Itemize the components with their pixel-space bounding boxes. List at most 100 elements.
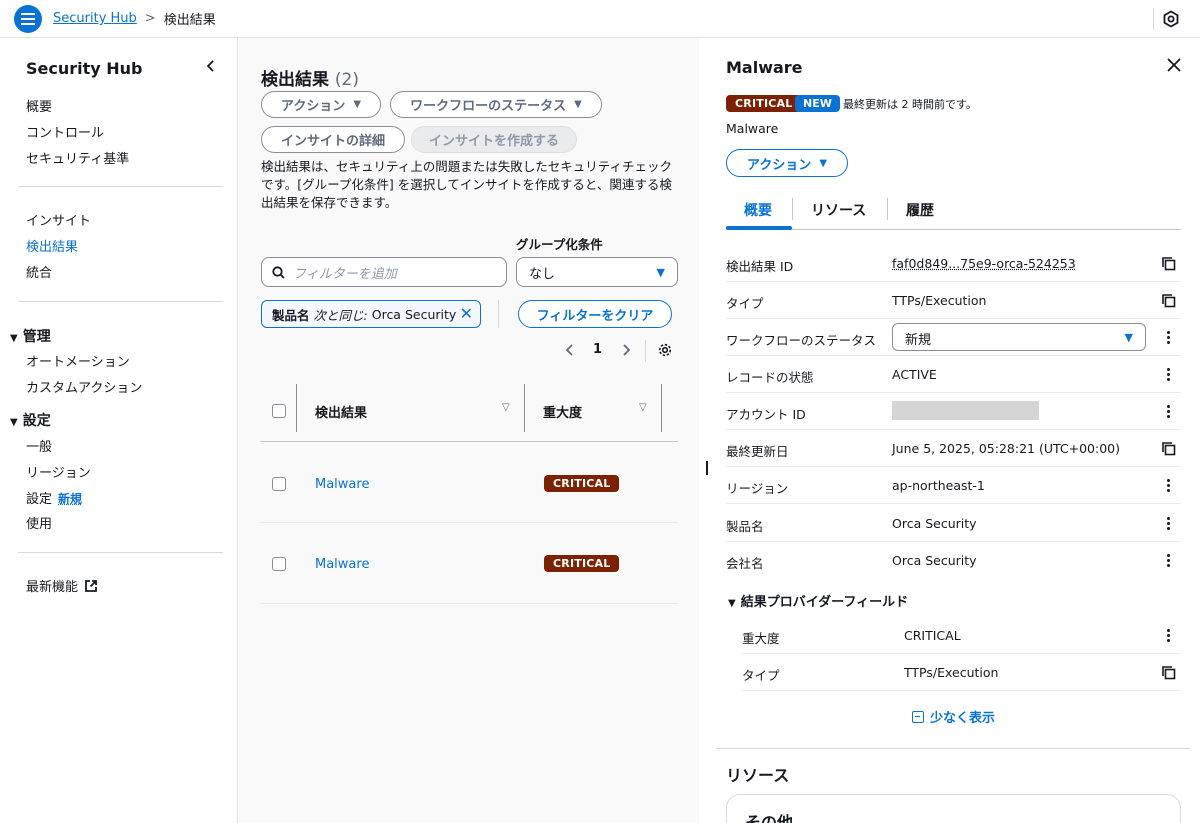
top-bar: Security Hub > 検出結果 [0, 0, 1200, 38]
provider-field-severity: 重大度 CRITICAL [742, 617, 1181, 654]
finding-detail-panel: Malware CRITICAL NEW 最終更新は 2 時間前です。 Malw… [700, 38, 1200, 823]
copy-icon[interactable] [1160, 292, 1176, 308]
sidebar-group-manage[interactable]: ▼ 管理 [10, 326, 51, 346]
copy-icon[interactable] [1160, 664, 1176, 680]
table-row[interactable]: Malware CRITICAL [260, 523, 678, 604]
field-company-name: 会社名 Orca Security [726, 542, 1181, 579]
updated-text: 最終更新は 2 時間前です。 [843, 98, 977, 111]
create-insight-button[interactable]: インサイトを作成する [411, 126, 577, 153]
actions-button[interactable]: アクション ▼ [261, 91, 381, 118]
field-region: リージョン ap-northeast-1 [726, 467, 1181, 504]
select-all-checkbox[interactable] [272, 404, 286, 418]
caret-down-icon: ▼ [656, 266, 665, 279]
sidebar-divider [18, 552, 223, 553]
workflow-status-select[interactable]: 新規 ▼ [892, 323, 1146, 351]
sidebar-title: Security Hub [26, 59, 143, 78]
close-icon[interactable] [1167, 58, 1181, 72]
breadcrumb-root[interactable]: Security Hub [53, 11, 137, 26]
finding-id-value[interactable]: faf0d849...75e9-orca-524253 [892, 256, 1076, 271]
tab-overview[interactable]: 概要 [744, 200, 772, 220]
resources-section-title: リソース [726, 766, 790, 785]
filter-search-input[interactable]: フィルターを追加 [261, 257, 507, 287]
sidebar-item-overview[interactable]: 概要 [26, 96, 52, 115]
field-account-id: アカウント ID [726, 393, 1181, 430]
detail-actions-button[interactable]: アクション ▼ [726, 149, 848, 177]
field-updated-at: 最終更新日 June 5, 2025, 05:28:21 (UTC+00:00) [726, 430, 1181, 467]
field-finding-id: 検出結果 ID faf0d849...75e9-orca-524253 [726, 245, 1181, 282]
sidebar-item-findings[interactable]: 検出結果 [26, 236, 78, 255]
sidebar-item-whats-new[interactable]: 最新機能 [26, 576, 98, 595]
row-checkbox[interactable] [272, 557, 286, 571]
findings-panel: 検出結果 (2) アクション ▼ ワークフローのステータス ▼ インサイトの詳細 イ… [239, 38, 699, 823]
findings-count: (2) [334, 70, 360, 90]
new-label[interactable]: 新規 [58, 492, 82, 506]
finding-link[interactable]: Malware [315, 477, 369, 492]
sidebar-item-regions[interactable]: リージョン [26, 462, 91, 481]
search-icon [272, 265, 285, 279]
workflow-status-button[interactable]: ワークフローのステータス ▼ [390, 91, 602, 118]
page-title: 検出結果 (2) [261, 70, 360, 90]
more-options-icon[interactable] [1160, 552, 1176, 568]
more-options-icon[interactable] [1160, 366, 1176, 382]
field-workflow-status: ワークフローのステータス 新規 ▼ [726, 319, 1181, 356]
row-checkbox[interactable] [272, 477, 286, 491]
clear-filters-button[interactable]: フィルターをクリア [518, 300, 672, 328]
section-divider [716, 748, 1190, 749]
menu-button[interactable] [14, 4, 42, 33]
sidebar-item-controls[interactable]: コントロール [26, 122, 104, 141]
sidebar-group-settings[interactable]: ▼ 設定 [10, 410, 51, 430]
column-header-finding[interactable]: 検出結果 [315, 402, 367, 421]
preferences-icon[interactable] [1162, 10, 1180, 28]
copy-icon[interactable] [1160, 255, 1176, 271]
pager-divider [645, 340, 646, 362]
sort-icon[interactable]: ▽ [639, 402, 647, 413]
severity-badge: CRITICAL [726, 95, 802, 112]
filter-token[interactable]: 製品名 次と同じ: Orca Security ✕ [261, 300, 481, 328]
page-number[interactable]: 1 [593, 342, 602, 357]
group-by-select[interactable]: なし ▼ [516, 257, 678, 287]
severity-badge: CRITICAL [544, 475, 620, 492]
sort-icon[interactable]: ▽ [502, 402, 510, 413]
more-options-icon[interactable] [1160, 515, 1176, 531]
tab-divider [792, 198, 793, 220]
sidebar-item-automations[interactable]: オートメーション [26, 351, 130, 370]
close-icon[interactable]: ✕ [460, 304, 473, 323]
external-link-icon [85, 579, 97, 592]
column-divider [296, 384, 297, 432]
copy-icon[interactable] [1160, 440, 1176, 456]
sidebar: Security Hub 概要 コントロール セキュリティ基準 インサイト 検出… [0, 38, 238, 823]
sidebar-item-insights[interactable]: インサイト [26, 210, 91, 229]
table-row[interactable]: Malware CRITICAL [260, 442, 678, 523]
search-placeholder: フィルターを追加 [293, 266, 397, 282]
detail-subtitle: Malware [726, 121, 779, 136]
tab-resources[interactable]: リソース [811, 200, 866, 220]
more-options-icon[interactable] [1160, 477, 1176, 493]
active-tab-indicator [726, 226, 792, 230]
show-less-button[interactable]: 少なく表示 [912, 707, 995, 726]
resource-card-title: その他 [745, 813, 794, 823]
caret-down-icon: ▼ [353, 99, 362, 110]
more-options-icon[interactable] [1160, 627, 1176, 643]
sidebar-item-configuration[interactable]: 設定 新規 [26, 488, 82, 507]
sidebar-item-general[interactable]: 一般 [26, 436, 52, 455]
chevron-left-icon[interactable] [204, 58, 218, 74]
sidebar-item-standards[interactable]: セキュリティ基準 [26, 148, 129, 167]
caret-down-icon: ▼ [1124, 331, 1133, 344]
detail-title: Malware [726, 58, 803, 77]
sidebar-divider [18, 301, 223, 302]
more-options-icon[interactable] [1160, 329, 1176, 345]
caret-down-icon: ▼ [574, 99, 582, 110]
insight-details-button[interactable]: インサイトの詳細 [261, 126, 405, 153]
column-header-severity[interactable]: 重大度 [543, 402, 582, 421]
chevron-right-icon[interactable] [619, 340, 633, 360]
provider-fields-toggle[interactable]: ▼ 結果プロバイダーフィールド [728, 591, 908, 610]
finding-link[interactable]: Malware [315, 557, 369, 572]
sidebar-item-custom-actions[interactable]: カスタムアクション [26, 377, 142, 396]
collapse-icon [912, 710, 924, 723]
chevron-left-icon[interactable] [563, 340, 577, 360]
tab-history[interactable]: 履歴 [906, 200, 934, 220]
more-options-icon[interactable] [1160, 403, 1176, 419]
gear-icon[interactable] [657, 342, 673, 358]
sidebar-item-usage[interactable]: 使用 [26, 513, 52, 532]
sidebar-item-integrations[interactable]: 統合 [26, 262, 52, 281]
